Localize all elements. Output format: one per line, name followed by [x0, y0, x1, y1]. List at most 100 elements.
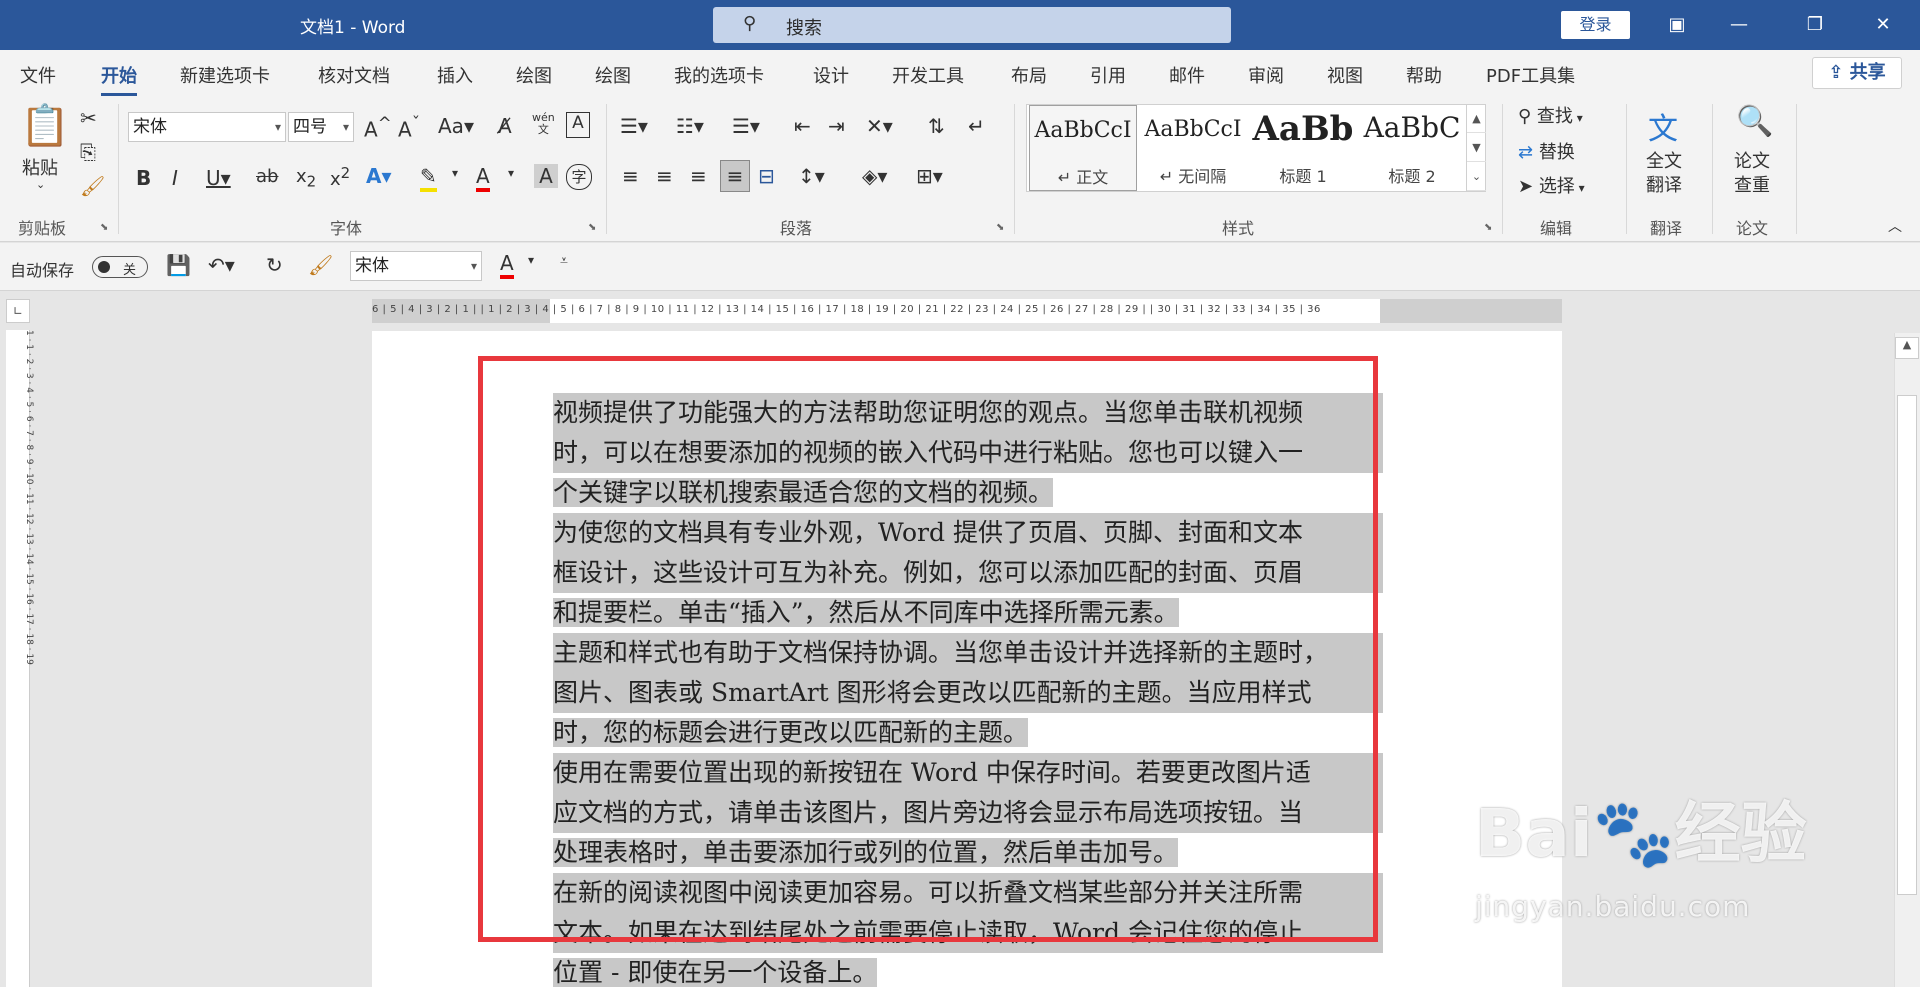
select-button[interactable]: ➤ 选择 ▾	[1518, 172, 1585, 198]
decrease-indent-icon[interactable]: ⇤	[794, 114, 811, 138]
character-border-icon[interactable]: A	[566, 112, 590, 138]
paragraph-launcher-icon[interactable]: ⬊	[996, 222, 1004, 233]
chevron-down-icon[interactable]: ▾	[528, 253, 534, 267]
tab-review[interactable]: 审阅	[1248, 62, 1284, 88]
qat-font-combo[interactable]: 宋体 ▾	[350, 251, 482, 281]
grow-font-icon[interactable]: A^	[364, 114, 392, 142]
chinese-layout-icon[interactable]: ✕▾	[866, 114, 893, 138]
borders-icon[interactable]: ⊞▾	[916, 164, 943, 188]
align-right-icon[interactable]: ≡	[690, 164, 707, 188]
distributed-icon[interactable]: ⊟	[758, 164, 775, 188]
thesis-check-button[interactable]: 论文 查重	[1734, 150, 1770, 198]
tab-insert[interactable]: 插入	[437, 62, 473, 88]
copy-icon[interactable]: ⎘	[80, 140, 96, 164]
vertical-scrollbar[interactable]: ▲	[1894, 333, 1920, 987]
align-center-icon[interactable]: ≡	[656, 164, 673, 188]
styles-launcher-icon[interactable]: ⬊	[1484, 222, 1492, 233]
tab-draw-2[interactable]: 绘图	[595, 62, 631, 88]
tab-draw-1[interactable]: 绘图	[516, 62, 552, 88]
tab-pdf-tools[interactable]: PDF工具集	[1486, 62, 1575, 88]
tab-view[interactable]: 视图	[1327, 62, 1363, 88]
underline-icon[interactable]: U▾	[206, 166, 231, 190]
tab-new-tab[interactable]: 新建选项卡	[180, 62, 270, 88]
tab-my-tab[interactable]: 我的选项卡	[674, 62, 764, 88]
font-launcher-icon[interactable]: ⬊	[588, 222, 596, 233]
restore-icon[interactable]: ❐	[1800, 10, 1830, 40]
cut-icon[interactable]: ✂	[80, 106, 97, 130]
tab-proofread[interactable]: 核对文档	[318, 62, 390, 88]
paste-icon[interactable]: 📋	[20, 102, 70, 149]
tab-home[interactable]: 开始	[101, 62, 137, 96]
justify-icon[interactable]: ≡	[720, 160, 750, 192]
superscript-icon[interactable]: x2	[330, 164, 350, 190]
paste-dropdown-icon[interactable]: ⌄	[36, 178, 45, 191]
clipboard-launcher-icon[interactable]: ⬊	[100, 222, 108, 233]
translate-icon[interactable]: 文	[1648, 104, 1678, 148]
strikethrough-icon[interactable]: ab	[256, 166, 278, 187]
tab-file[interactable]: 文件	[20, 62, 56, 88]
multilevel-list-icon[interactable]: ☰▾	[732, 114, 760, 138]
tab-design[interactable]: 设计	[813, 62, 849, 88]
bullets-icon[interactable]: ☰▾	[620, 114, 648, 138]
text-effects-icon[interactable]: A▾	[366, 164, 392, 188]
font-name-combo[interactable]: 宋体 ▾	[128, 112, 286, 142]
format-painter-icon[interactable]: 🖌	[308, 253, 333, 277]
shrink-font-icon[interactable]: Aˇ	[398, 114, 420, 142]
clear-formatting-icon[interactable]: A̸	[498, 114, 512, 138]
paste-button[interactable]: 粘贴	[22, 154, 58, 180]
italic-icon[interactable]: I	[172, 166, 178, 190]
close-icon[interactable]: ✕	[1868, 10, 1898, 40]
tab-help[interactable]: 帮助	[1406, 62, 1442, 88]
search-box[interactable]: ⚲ 搜索	[713, 7, 1231, 43]
shading-icon[interactable]: ◈▾	[862, 164, 887, 188]
styles-scroll[interactable]: ▲ ▼ ⌄	[1466, 104, 1486, 192]
tab-layout[interactable]: 布局	[1011, 62, 1047, 88]
numbering-icon[interactable]: ☷▾	[676, 114, 704, 138]
chevron-down-icon[interactable]: ▾	[452, 166, 458, 180]
enclose-characters-icon[interactable]: 字	[566, 164, 592, 190]
font-color-icon[interactable]: A	[500, 251, 514, 279]
style-heading-1[interactable]: AaBb 标题 1	[1249, 105, 1357, 191]
tab-developer[interactable]: 开发工具	[892, 62, 964, 88]
character-shading-icon[interactable]: A	[534, 164, 558, 188]
scroll-down-icon[interactable]: ▼	[1467, 133, 1486, 162]
tab-selector-icon[interactable]: ∟	[6, 299, 30, 323]
replace-button[interactable]: ⇄ 替换	[1518, 138, 1575, 164]
style-heading-2[interactable]: AaBbC 标题 2	[1359, 105, 1465, 191]
full-text-translate-button[interactable]: 全文 翻译	[1646, 150, 1682, 198]
style-no-spacing[interactable]: AaBbCcI ↵ 无间隔	[1139, 105, 1247, 191]
increase-indent-icon[interactable]: ⇥	[828, 114, 845, 138]
style-normal[interactable]: AaBbCcI ↵ 正文	[1029, 105, 1137, 191]
thesis-check-icon[interactable]: 🔍	[1736, 104, 1773, 139]
scrollbar-thumb[interactable]	[1897, 395, 1917, 895]
collapse-ribbon-icon[interactable]: ︿	[1888, 216, 1902, 236]
scroll-up-icon[interactable]: ▲	[1467, 104, 1486, 133]
horizontal-ruler[interactable]: 6 | 5 | 4 | 3 | 2 | 1 | | 1 | 2 | 3 | 4 …	[372, 299, 1562, 323]
show-paragraph-marks-icon[interactable]: ↵	[968, 114, 985, 138]
font-color-icon[interactable]: A	[476, 164, 490, 192]
save-icon[interactable]: 💾	[166, 253, 191, 277]
change-case-icon[interactable]: Aa▾	[438, 114, 474, 138]
undo-icon[interactable]: ↶▾	[208, 253, 235, 277]
chevron-down-icon[interactable]: ▾	[508, 166, 514, 180]
sort-icon[interactable]: ⇅	[928, 114, 945, 138]
format-painter-icon[interactable]: 🖌	[80, 174, 105, 198]
more-styles-icon[interactable]: ⌄	[1467, 162, 1486, 191]
minimize-icon[interactable]: —	[1724, 10, 1754, 40]
line-spacing-icon[interactable]: ↕▾	[798, 164, 825, 188]
find-button[interactable]: ⚲ 查找 ▾	[1518, 102, 1583, 128]
scroll-up-icon[interactable]: ▲	[1895, 337, 1919, 359]
redo-icon[interactable]: ↻	[266, 253, 283, 277]
bold-icon[interactable]: B	[136, 166, 151, 190]
phonetic-guide-icon[interactable]: wén 文	[532, 112, 555, 136]
subscript-icon[interactable]: x2	[296, 166, 316, 191]
font-size-combo[interactable]: 四号 ▾	[288, 112, 354, 142]
autosave-toggle[interactable]: 关	[92, 256, 148, 278]
customize-toolbar-icon[interactable]: ⩡	[560, 253, 568, 269]
tab-references[interactable]: 引用	[1090, 62, 1126, 88]
ribbon-display-options-icon[interactable]: ▣	[1662, 10, 1692, 40]
align-left-icon[interactable]: ≡	[622, 164, 639, 188]
share-button[interactable]: ⇪ 共享	[1812, 57, 1902, 89]
tab-mailings[interactable]: 邮件	[1169, 62, 1205, 88]
login-button[interactable]: 登录	[1561, 11, 1630, 39]
